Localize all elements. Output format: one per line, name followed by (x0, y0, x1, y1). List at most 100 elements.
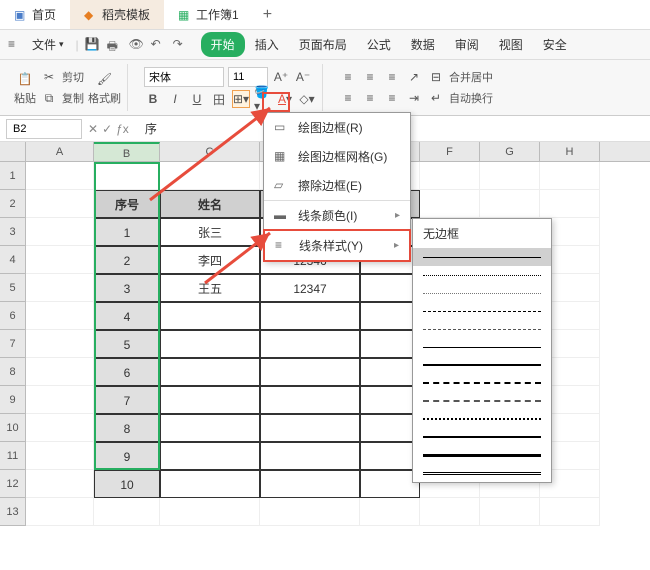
cell-A13[interactable] (26, 498, 94, 526)
align-left-icon[interactable]: ≡ (339, 89, 357, 107)
ribbon-tab-view[interactable]: 视图 (489, 32, 533, 57)
col-header-G[interactable]: G (480, 142, 540, 161)
cell-C5[interactable]: 王五 (160, 274, 260, 302)
cell-B1[interactable] (94, 162, 160, 190)
ribbon-tab-insert[interactable]: 插入 (245, 32, 289, 57)
cell-B12[interactable]: 10 (94, 470, 160, 498)
redo-icon[interactable]: ↷ (173, 37, 189, 53)
format-painter-button[interactable]: 🖌 格式刷 (88, 70, 121, 106)
cell-D6[interactable] (260, 302, 360, 330)
cell-D5[interactable]: 12347 (260, 274, 360, 302)
row-header[interactable]: 3 (0, 218, 26, 246)
sm-line-style-8[interactable] (413, 374, 551, 392)
row-header[interactable]: 4 (0, 246, 26, 274)
sm-line-style-6[interactable] (413, 338, 551, 356)
menu-file[interactable]: 文件 ▾ (26, 34, 70, 55)
sm-line-style-1[interactable] (413, 248, 551, 266)
cell-C11[interactable] (160, 442, 260, 470)
cell-C10[interactable] (160, 414, 260, 442)
strikethrough-button[interactable]: 田 (210, 90, 228, 108)
cell-E6[interactable] (360, 302, 420, 330)
sm-no-border[interactable]: 无边框 (413, 219, 551, 248)
paste-button[interactable]: 📋 粘贴 (14, 70, 36, 106)
align-bottom-icon[interactable]: ≡ (383, 68, 401, 86)
clear-format-button[interactable]: ◇▾ (298, 90, 316, 108)
cell-H13[interactable] (540, 498, 600, 526)
cell-C12[interactable] (160, 470, 260, 498)
cell-C1[interactable] (160, 162, 260, 190)
font-size-select[interactable] (228, 67, 268, 87)
cell-H1[interactable] (540, 162, 600, 190)
indent-icon[interactable]: ⇥ (405, 89, 423, 107)
col-header-C[interactable]: C (160, 142, 260, 161)
cell-F1[interactable] (420, 162, 480, 190)
font-color-button[interactable]: A▾ (276, 90, 294, 108)
formula-input[interactable]: 序 (135, 120, 157, 137)
cancel-icon[interactable]: ✕ (88, 122, 98, 136)
align-center-icon[interactable]: ≡ (361, 89, 379, 107)
cell-E10[interactable] (360, 414, 420, 442)
dd-draw-border[interactable]: ▭ 绘图边框(R) (264, 113, 410, 142)
cell-C4[interactable]: 李四 (160, 246, 260, 274)
italic-button[interactable]: I (166, 90, 184, 108)
col-header-H[interactable]: H (540, 142, 600, 161)
cell-B8[interactable]: 6 (94, 358, 160, 386)
row-header[interactable]: 13 (0, 498, 26, 526)
preview-icon[interactable]: 👁 (129, 37, 145, 53)
select-all-corner[interactable] (0, 142, 26, 161)
col-header-A[interactable]: A (26, 142, 94, 161)
print-icon[interactable]: 🖶 (107, 37, 123, 53)
cell-E11[interactable] (360, 442, 420, 470)
cell-C13[interactable] (160, 498, 260, 526)
increase-font-icon[interactable]: A⁺ (272, 68, 290, 86)
app-menu-icon[interactable]: ≡ (8, 37, 24, 53)
cell-G1[interactable] (480, 162, 540, 190)
cell-E13[interactable] (360, 498, 420, 526)
cell-G2[interactable] (480, 190, 540, 218)
align-right-icon[interactable]: ≡ (383, 89, 401, 107)
col-header-F[interactable]: F (420, 142, 480, 161)
cell-A12[interactable] (26, 470, 94, 498)
cell-D12[interactable] (260, 470, 360, 498)
cell-A9[interactable] (26, 386, 94, 414)
fill-color-button[interactable]: 🪣▾ (254, 90, 272, 108)
cell-A1[interactable] (26, 162, 94, 190)
ribbon-tab-review[interactable]: 审阅 (445, 32, 489, 57)
cell-C9[interactable] (160, 386, 260, 414)
align-top-icon[interactable]: ≡ (339, 68, 357, 86)
cell-C2[interactable]: 姓名 (160, 190, 260, 218)
row-header[interactable]: 7 (0, 330, 26, 358)
decrease-font-icon[interactable]: A⁻ (294, 68, 312, 86)
cell-D8[interactable] (260, 358, 360, 386)
cell-B3[interactable]: 1 (94, 218, 160, 246)
dd-draw-grid[interactable]: ▦ 绘图边框网格(G) (264, 142, 410, 171)
accept-icon[interactable]: ✓ (102, 122, 112, 136)
row-header[interactable]: 9 (0, 386, 26, 414)
col-header-B[interactable]: B (94, 142, 160, 161)
sm-line-style-10[interactable] (413, 410, 551, 428)
tab-workbook[interactable]: ▦ 工作簿1 (164, 0, 253, 29)
cell-D13[interactable] (260, 498, 360, 526)
row-header[interactable]: 2 (0, 190, 26, 218)
cell-A6[interactable] (26, 302, 94, 330)
wrap-button[interactable]: ↵ 自动换行 (427, 89, 493, 107)
cell-A5[interactable] (26, 274, 94, 302)
row-header[interactable]: 12 (0, 470, 26, 498)
cell-A11[interactable] (26, 442, 94, 470)
cell-A4[interactable] (26, 246, 94, 274)
cell-A8[interactable] (26, 358, 94, 386)
ribbon-tab-start[interactable]: 开始 (201, 32, 245, 57)
cell-C6[interactable] (160, 302, 260, 330)
cell-F2[interactable] (420, 190, 480, 218)
fx-icon[interactable]: ƒx (116, 122, 129, 136)
cell-B10[interactable]: 8 (94, 414, 160, 442)
cell-A3[interactable] (26, 218, 94, 246)
sm-line-style-9[interactable] (413, 392, 551, 410)
font-select[interactable] (144, 67, 224, 87)
tab-template[interactable]: ◆ 稻壳模板 (70, 0, 164, 29)
dd-line-style[interactable]: ≡ 线条样式(Y) ▸ (263, 229, 411, 262)
save-icon[interactable]: 💾 (85, 37, 101, 53)
ribbon-tab-security[interactable]: 安全 (533, 32, 577, 57)
dd-line-color[interactable]: ▬ 线条颜色(I) ▸ (264, 200, 410, 230)
align-middle-icon[interactable]: ≡ (361, 68, 379, 86)
